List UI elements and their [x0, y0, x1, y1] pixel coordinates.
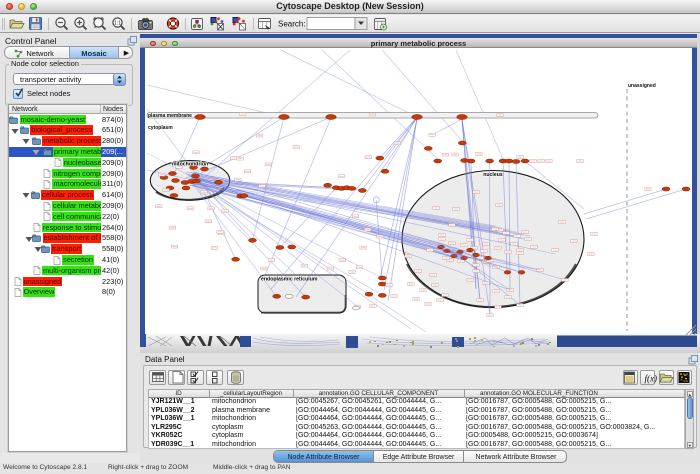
- svg-text:mitochondrion: mitochondrion: [172, 162, 208, 168]
- svg-text:nucleus: nucleus: [483, 172, 503, 178]
- svg-text:f(x): f(x): [645, 374, 658, 384]
- svg-text:Search:: Search:: [278, 20, 306, 29]
- svg-text:unassigned: unassigned: [628, 83, 656, 89]
- svg-text:1:1: 1:1: [114, 21, 121, 27]
- svg-text:plasma membrane: plasma membrane: [148, 113, 192, 119]
- svg-text:endoplasmic reticulum: endoplasmic reticulum: [261, 277, 318, 283]
- svg-text:cytoplasm: cytoplasm: [148, 125, 173, 131]
